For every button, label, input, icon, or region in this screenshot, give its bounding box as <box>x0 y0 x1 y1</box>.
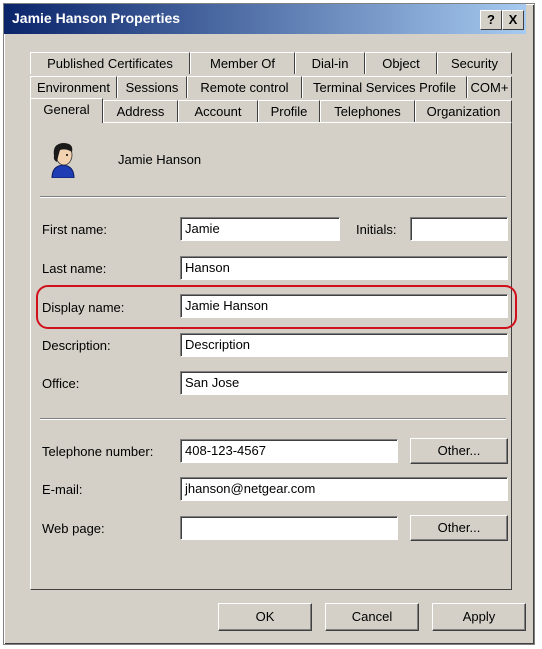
tab-terminal-services-profile[interactable]: Terminal Services Profile <box>302 76 467 98</box>
office-label: Office: <box>42 376 80 391</box>
separator-middle <box>40 418 506 420</box>
tab-telephones[interactable]: Telephones <box>320 100 415 122</box>
tab-com-plus[interactable]: COM+ <box>467 76 512 98</box>
tab-account[interactable]: Account <box>178 100 258 122</box>
close-button[interactable]: X <box>502 10 524 30</box>
user-display-header: Jamie Hanson <box>118 152 202 167</box>
tab-address[interactable]: Address <box>103 100 178 122</box>
web-page-label: Web page: <box>42 521 105 536</box>
tab-object[interactable]: Object <box>365 52 437 74</box>
first-name-field[interactable]: Jamie <box>180 217 340 241</box>
initials-field[interactable] <box>410 217 508 241</box>
telephone-label: Telephone number: <box>42 444 154 459</box>
separator-top <box>40 196 506 198</box>
web-page-field[interactable] <box>180 516 398 540</box>
tab-member-of[interactable]: Member Of <box>190 52 295 74</box>
email-field[interactable]: jhanson@netgear.com <box>180 477 508 501</box>
tab-published-certificates[interactable]: Published Certificates <box>30 52 190 74</box>
tab-organization[interactable]: Organization <box>415 100 512 122</box>
tab-remote-control[interactable]: Remote control <box>187 76 302 98</box>
cancel-button[interactable]: Cancel <box>325 603 419 631</box>
title-bar[interactable]: Jamie Hanson Properties ? X <box>4 4 526 34</box>
first-name-label: First name: <box>42 222 108 237</box>
email-label: E-mail: <box>42 482 83 497</box>
last-name-field[interactable]: Hanson <box>180 256 508 280</box>
tab-dial-in[interactable]: Dial-in <box>295 52 365 74</box>
display-name-highlight <box>36 285 517 329</box>
office-field[interactable]: San Jose <box>180 371 508 395</box>
tab-security[interactable]: Security <box>437 52 512 74</box>
description-field[interactable]: Description <box>180 333 508 357</box>
telephone-field[interactable]: 408-123-4567 <box>180 439 398 463</box>
initials-label: Initials: <box>356 222 397 237</box>
tab-sessions[interactable]: Sessions <box>117 76 187 98</box>
telephone-other-button[interactable]: Other... <box>410 438 508 464</box>
tab-general[interactable]: General <box>30 98 103 123</box>
user-icon <box>48 140 78 179</box>
tab-environment[interactable]: Environment <box>30 76 117 98</box>
last-name-label: Last name: <box>42 261 107 276</box>
web-page-other-button[interactable]: Other... <box>410 515 508 541</box>
ok-button[interactable]: OK <box>218 603 312 631</box>
window-title: Jamie Hanson Properties <box>12 10 181 26</box>
apply-button[interactable]: Apply <box>432 603 526 631</box>
description-label: Description: <box>42 338 111 353</box>
tab-profile[interactable]: Profile <box>258 100 320 122</box>
help-button[interactable]: ? <box>480 10 502 30</box>
